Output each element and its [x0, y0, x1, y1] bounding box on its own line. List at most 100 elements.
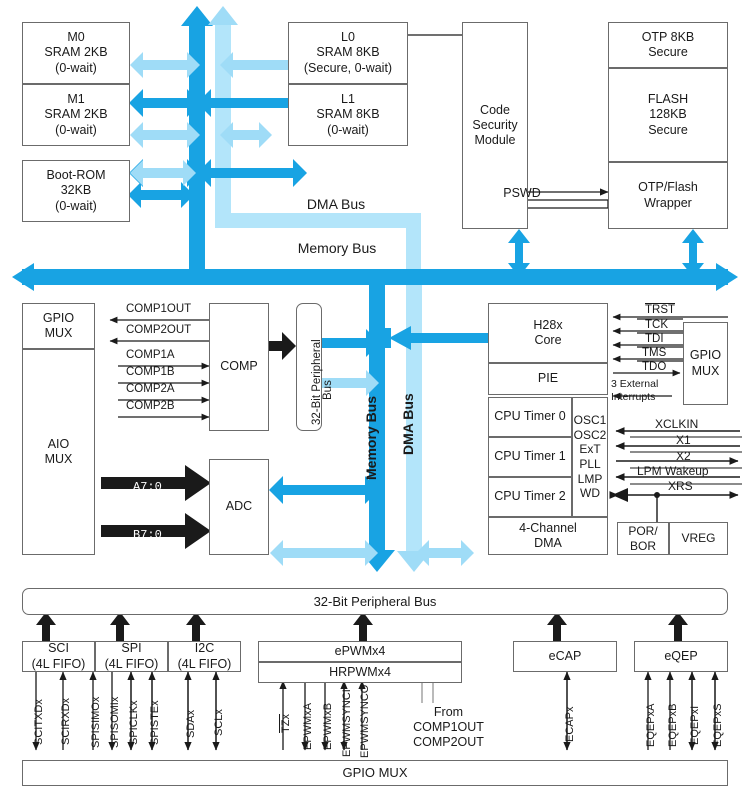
ecap-block[interactable]: eCAP [513, 641, 617, 672]
analog-gpio-mux[interactable]: GPIO MUX [22, 303, 95, 349]
block-diagram-canvas: M0 SRAM 2KB (0-wait) M1 SRAM 2KB (0-wait… [0, 0, 749, 796]
signal-tdi: TDI [645, 333, 664, 345]
i2c-block[interactable]: I2C (4L FIFO) [168, 641, 241, 672]
flash-block-label: FLASH 128KB Secure [647, 92, 689, 137]
comp-block-label: COMP [220, 359, 258, 374]
ecap-block-label: eCAP [548, 648, 582, 663]
vreg-block-label: VREG [681, 531, 716, 546]
cpu-timer-0[interactable]: CPU Timer 0 [488, 397, 572, 437]
cpu-timer-2[interactable]: CPU Timer 2 [488, 477, 572, 517]
por-bor-block[interactable]: POR/ BOR [617, 522, 669, 555]
clock-watchdog-block[interactable]: OSC1 OSC2 ExT PLL LMP WD [572, 397, 608, 517]
sci-block[interactable]: SCI (4L FIFO) [22, 641, 95, 672]
memory-block-m0-label: M0 SRAM 2KB (0-wait) [44, 30, 108, 75]
pin-scitxdx: SCITXDx [33, 699, 45, 745]
pin-epwmxb: EPWMxB [322, 702, 334, 750]
memory-block-l1-label: L1 SRAM 8KB (0-wait) [316, 92, 380, 137]
aio-mux-label: AIO MUX [44, 436, 73, 466]
memory-block-l0-label: L0 SRAM 8KB (Secure, 0-wait) [303, 30, 393, 75]
memory-block-m0[interactable]: M0 SRAM 2KB (0-wait) [22, 22, 130, 84]
signal-comp2b: COMP2B [126, 400, 175, 412]
signal-b7-0: B7:0 [133, 528, 162, 542]
otp-block-label: OTP 8KB Secure [641, 29, 695, 59]
cpu-core[interactable]: H28x Core [488, 303, 608, 363]
jtag-gpio-mux-label: GPIO MUX [689, 348, 722, 378]
signal-tck: TCK [645, 319, 668, 331]
i2c-block-label: I2C (4L FIFO) [177, 641, 232, 671]
pin-scirxdx: SCIRXDx [60, 697, 72, 745]
jtag-gpio-mux[interactable]: GPIO MUX [683, 322, 728, 405]
epwm-block-label: ePWMx4 [334, 643, 386, 658]
pin-eqepxi: EQEPxI [689, 705, 701, 745]
memory-bus-vertical-label: Memory Bus [363, 395, 379, 480]
pin-sclx: SCLx [213, 709, 225, 736]
pin-sdax: SDAx [185, 709, 197, 738]
adc-block-label: ADC [225, 499, 253, 514]
signal-x2: X2 [676, 449, 691, 463]
analog-gpio-mux-label: GPIO MUX [42, 310, 75, 340]
bottom-gpio-mux[interactable]: GPIO MUX [22, 760, 728, 786]
bottom-gpio-mux-label: GPIO MUX [342, 765, 408, 781]
signal-comp2a: COMP2A [126, 383, 175, 395]
vreg-block[interactable]: VREG [669, 522, 728, 555]
signal-xrs: XRS [668, 479, 693, 493]
otp-flash-wrapper-label: OTP/Flash Wrapper [638, 180, 698, 210]
memory-bus-vertical-top [189, 22, 205, 284]
signal-comp1b: COMP1B [126, 366, 175, 378]
epwm-comp-source-note: From COMP1OUT COMP2OUT [413, 705, 484, 749]
otp-flash-wrapper[interactable]: OTP/Flash Wrapper [608, 162, 728, 229]
memory-block-boot-rom[interactable]: Boot-ROM 32KB (0-wait) [22, 160, 130, 222]
spi-block[interactable]: SPI (4L FIFO) [95, 641, 168, 672]
pin-spistex: SPISTEx [149, 700, 161, 745]
adc-block[interactable]: ADC [209, 459, 269, 555]
eqep-block-label: eQEP [664, 648, 698, 663]
cpu-core-label: H28x Core [533, 317, 563, 347]
hrpwm-block[interactable]: HRPWMx4 [258, 662, 462, 683]
pin-spisimox: SPISIMOx [90, 696, 102, 748]
pie-block[interactable]: PIE [488, 363, 608, 395]
dma-4-channel-label: 4-Channel DMA [519, 520, 577, 550]
memory-bus-top-label: Memory Bus [297, 240, 377, 256]
dma-bus-top-label: DMA Bus [306, 196, 366, 212]
pin-epwmxa: EPWMxA [302, 702, 314, 750]
memory-block-l0[interactable]: L0 SRAM 8KB (Secure, 0-wait) [288, 22, 408, 84]
cpu-timer-1-label: CPU Timer 1 [494, 449, 566, 464]
pin-eqepxs: EQEPxS [712, 703, 724, 747]
cpu-timer-0-label: CPU Timer 0 [494, 409, 566, 424]
memory-block-m1[interactable]: M1 SRAM 2KB (0-wait) [22, 84, 130, 146]
otp-block[interactable]: OTP 8KB Secure [608, 22, 728, 68]
dma-bus-horizontal-leg [215, 213, 421, 228]
pin-eqepxa: EQEPxA [645, 703, 657, 747]
epwm-block[interactable]: ePWMx4 [258, 641, 462, 662]
peripheral-bus-bar[interactable]: 32-Bit Peripheral Bus [22, 588, 728, 615]
signal-x1: X1 [676, 433, 691, 447]
eqep-block[interactable]: eQEP [634, 641, 728, 672]
cpu-timer-2-label: CPU Timer 2 [494, 489, 566, 504]
pie-block-label: PIE [537, 371, 559, 386]
pin-epwmsynco: EPWMSYNCO [359, 684, 371, 758]
pin-ecapx: ECAPx [564, 706, 576, 742]
spi-block-label: SPI (4L FIFO) [104, 641, 159, 671]
pin-eqepxb: EQEPxB [667, 703, 679, 747]
external-interrupts-label: 3 External Interrupts [611, 378, 659, 403]
comp-block[interactable]: COMP [209, 303, 269, 431]
pin-epwmsynci: EPWMSYNCI [341, 689, 353, 757]
peripheral-bus-vertical-label2: Bus [322, 380, 334, 400]
memory-block-l1[interactable]: L1 SRAM 8KB (0-wait) [288, 84, 408, 146]
signal-tdo: TDO [642, 361, 667, 373]
memory-block-boot-rom-label: Boot-ROM 32KB (0-wait) [46, 168, 106, 213]
signal-comp1a: COMP1A [126, 349, 175, 361]
dma-bus-vertical-label: DMA Bus [400, 393, 416, 455]
cpu-timer-1[interactable]: CPU Timer 1 [488, 437, 572, 477]
pin-tzx: TZx [279, 714, 292, 733]
flash-block[interactable]: FLASH 128KB Secure [608, 68, 728, 162]
aio-mux[interactable]: AIO MUX [22, 349, 95, 555]
signal-lpm-wakeup: LPM Wakeup [637, 464, 709, 478]
sci-block-label: SCI (4L FIFO) [31, 641, 86, 671]
pin-spisomix: SPISOMIx [109, 696, 121, 748]
dma-4-channel[interactable]: 4-Channel DMA [488, 517, 608, 555]
code-security-module-label: Code Security Module [472, 102, 518, 148]
signal-xclkin: XCLKIN [655, 417, 699, 431]
dma-bus-vertical-top [215, 22, 231, 228]
signal-trst: TRST [645, 303, 676, 316]
